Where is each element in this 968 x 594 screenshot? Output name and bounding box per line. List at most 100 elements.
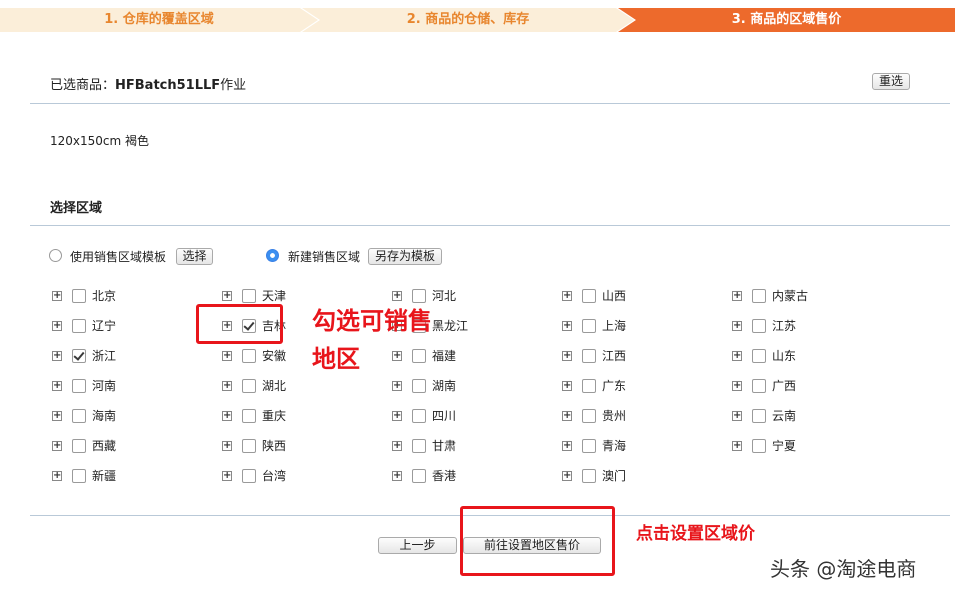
step-3-active: 3. 商品的区域售价 <box>618 8 955 32</box>
region-checkbox[interactable] <box>242 409 256 423</box>
expand-icon[interactable]: + <box>562 291 572 301</box>
region-label: 内蒙古 <box>772 289 809 303</box>
highlight-box-button <box>460 506 615 576</box>
reset-button[interactable]: 重选 <box>872 73 910 90</box>
expand-icon[interactable]: + <box>392 411 402 421</box>
expand-icon[interactable]: + <box>732 411 742 421</box>
region-checkbox[interactable] <box>582 319 596 333</box>
region-label: 广东 <box>602 379 627 393</box>
region-label: 江苏 <box>772 319 797 333</box>
prev-step-button[interactable]: 上一步 <box>378 537 457 554</box>
region-checkbox[interactable] <box>412 289 426 303</box>
region-label: 山东 <box>772 349 797 363</box>
expand-icon[interactable]: + <box>222 291 232 301</box>
region-label: 广西 <box>772 379 797 393</box>
region-checkbox[interactable] <box>752 439 766 453</box>
expand-icon[interactable]: + <box>732 441 742 451</box>
region-checkbox[interactable] <box>72 469 86 483</box>
expand-icon[interactable]: + <box>222 411 232 421</box>
annotation-check-tip: 勾选可销售地区 <box>312 307 432 373</box>
region-label: 湖北 <box>262 379 287 393</box>
watermark: 头条 @淘途电商 <box>770 557 917 581</box>
choose-template-button[interactable]: 选择 <box>176 248 213 265</box>
region-label: 澳门 <box>602 469 627 483</box>
expand-icon[interactable]: + <box>562 471 572 481</box>
region-checkbox[interactable] <box>752 349 766 363</box>
step-bar: 1. 仓库的覆盖区域 2. 商品的仓储、库存 3. 商品的区域售价 <box>0 8 955 32</box>
region-label: 西藏 <box>92 439 117 453</box>
region-label: 山西 <box>602 289 627 303</box>
region-label: 甘肃 <box>432 439 457 453</box>
divider <box>30 103 950 104</box>
selected-product: 已选商品：HFBatch51LLF作业 <box>50 74 246 93</box>
region-checkbox[interactable] <box>582 469 596 483</box>
expand-icon[interactable]: + <box>562 381 572 391</box>
expand-icon[interactable]: + <box>222 381 232 391</box>
region-checkbox[interactable] <box>72 319 86 333</box>
region-label: 河北 <box>432 289 457 303</box>
region-checkbox[interactable] <box>582 289 596 303</box>
step-1: 1. 仓库的覆盖区域 <box>0 8 318 32</box>
region-label: 福建 <box>432 349 457 363</box>
region-label: 香港 <box>432 469 457 483</box>
expand-icon[interactable]: + <box>52 351 62 361</box>
expand-icon[interactable]: + <box>52 381 62 391</box>
region-checkbox[interactable] <box>582 349 596 363</box>
region-checkbox[interactable] <box>72 439 86 453</box>
expand-icon[interactable]: + <box>562 411 572 421</box>
region-checkbox[interactable] <box>72 289 86 303</box>
expand-icon[interactable]: + <box>52 471 62 481</box>
region-checkbox[interactable] <box>72 409 86 423</box>
product-spec: 120x150cm 褐色 <box>50 134 150 148</box>
expand-icon[interactable]: + <box>392 471 402 481</box>
region-checkbox[interactable] <box>412 469 426 483</box>
expand-icon[interactable]: + <box>562 441 572 451</box>
region-checkbox[interactable] <box>752 409 766 423</box>
region-checkbox[interactable] <box>242 469 256 483</box>
region-checkbox[interactable] <box>242 349 256 363</box>
region-checkbox[interactable] <box>242 379 256 393</box>
expand-icon[interactable]: + <box>222 471 232 481</box>
expand-icon[interactable]: + <box>52 291 62 301</box>
expand-icon[interactable]: + <box>732 291 742 301</box>
expand-icon[interactable]: + <box>732 381 742 391</box>
new-region-radio[interactable] <box>266 249 279 262</box>
expand-icon[interactable]: + <box>732 321 742 331</box>
region-label: 安徽 <box>262 349 287 363</box>
region-checkbox[interactable] <box>582 409 596 423</box>
template-radio-label: 使用销售区域模板 <box>70 250 167 264</box>
region-checkbox[interactable] <box>582 439 596 453</box>
region-label: 陕西 <box>262 439 287 453</box>
expand-icon[interactable]: + <box>392 441 402 451</box>
region-checkbox[interactable] <box>412 409 426 423</box>
region-label: 重庆 <box>262 409 287 423</box>
section-title: 选择区域 <box>50 201 103 216</box>
expand-icon[interactable]: + <box>222 351 232 361</box>
template-radio[interactable] <box>49 249 62 262</box>
expand-icon[interactable]: + <box>732 351 742 361</box>
region-label: 青海 <box>602 439 627 453</box>
region-checkbox[interactable] <box>752 319 766 333</box>
expand-icon[interactable]: + <box>52 411 62 421</box>
region-checkbox[interactable] <box>412 379 426 393</box>
expand-icon[interactable]: + <box>222 441 232 451</box>
region-checkbox[interactable] <box>242 439 256 453</box>
expand-icon[interactable]: + <box>562 321 572 331</box>
region-checkbox[interactable] <box>72 349 86 363</box>
region-checkbox[interactable] <box>582 379 596 393</box>
annotation-click-tip: 点击设置区域价 <box>636 524 755 544</box>
expand-icon[interactable]: + <box>52 321 62 331</box>
region-label: 四川 <box>432 409 457 423</box>
expand-icon[interactable]: + <box>52 441 62 451</box>
region-checkbox[interactable] <box>412 439 426 453</box>
region-label: 新疆 <box>92 469 117 483</box>
region-checkbox[interactable] <box>72 379 86 393</box>
save-as-template-button[interactable]: 另存为模板 <box>368 248 442 265</box>
region-checkbox[interactable] <box>752 289 766 303</box>
region-checkbox[interactable] <box>242 289 256 303</box>
region-checkbox[interactable] <box>752 379 766 393</box>
expand-icon[interactable]: + <box>562 351 572 361</box>
expand-icon[interactable]: + <box>392 291 402 301</box>
selected-suffix: 作业 <box>220 78 247 93</box>
expand-icon[interactable]: + <box>392 381 402 391</box>
